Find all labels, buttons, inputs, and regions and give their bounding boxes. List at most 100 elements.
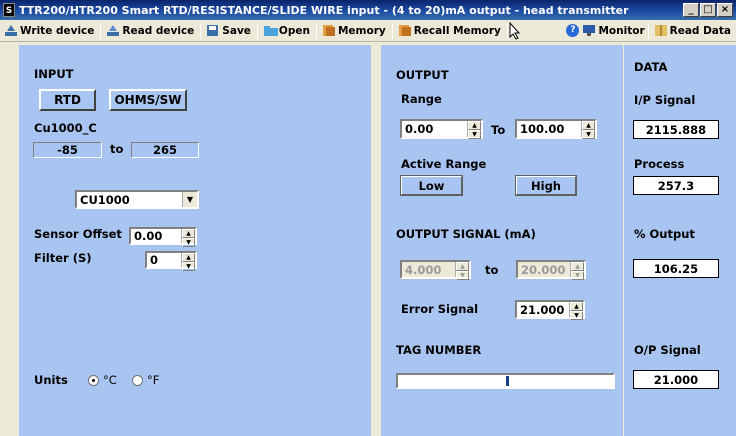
spin-up-icon: ▲	[456, 262, 469, 271]
sensor-type-value: CU1000	[80, 192, 130, 207]
range-high-value: 265	[131, 142, 199, 158]
read-data-label: Read Data	[669, 24, 731, 37]
sensor-offset-value: 0.00	[134, 229, 163, 243]
toolbar-separator	[391, 22, 393, 39]
memory-label: Memory	[337, 24, 386, 37]
tag-number-input[interactable]	[396, 373, 615, 389]
sensor-offset-label: Sensor Offset	[34, 227, 122, 241]
output-panel: OUTPUT Range 0.00 ▲ ▼ To 100.00 ▲ ▼ Active…	[381, 45, 623, 436]
save-button[interactable]: Save	[202, 22, 256, 40]
active-range-high[interactable]: High	[515, 175, 577, 196]
filter-value: 0	[150, 253, 159, 267]
signal-from-spinner: 4.000 ▲ ▼	[400, 260, 471, 280]
spin-up-icon: ▲	[570, 302, 583, 311]
text-cursor	[506, 376, 509, 386]
maximize-button[interactable]: □	[700, 3, 716, 17]
save-icon	[207, 25, 219, 36]
recall-memory-icon	[398, 25, 411, 36]
spin-buttons[interactable]: ▲ ▼	[581, 121, 595, 139]
spin-down-icon: ▼	[570, 311, 583, 320]
output-signal-heading: OUTPUT SIGNAL (mA)	[396, 227, 536, 241]
range-label: Range	[401, 92, 442, 106]
spin-down-icon: ▼	[468, 130, 481, 139]
unit-celsius-label: °C	[103, 373, 117, 387]
chevron-down-icon: ▼	[186, 195, 194, 204]
range-to-spinner[interactable]: 100.00 ▲ ▼	[515, 119, 597, 139]
spin-down-icon: ▼	[571, 271, 584, 280]
sensor-type-select[interactable]: CU1000 ▼	[75, 190, 199, 209]
help-icon: ?	[566, 24, 580, 37]
toolbar: Write device Read device Save Open Memor…	[0, 20, 736, 42]
folder-icon	[263, 25, 278, 36]
radio-selected-icon	[88, 374, 99, 386]
memory-icon	[322, 25, 335, 36]
window-title: TTR200/HTR200 Smart RTD/RESISTANCE/SLIDE…	[19, 3, 629, 17]
process-label: Process	[634, 157, 685, 171]
spin-buttons[interactable]: ▲ ▼	[569, 302, 583, 320]
percent-output-value: 106.25	[633, 259, 719, 278]
radio-unselected-icon	[132, 374, 143, 386]
read-data-button[interactable]: Read Data	[650, 22, 736, 40]
read-device-label: Read device	[122, 24, 195, 37]
unit-fahrenheit-radio[interactable]: °F	[132, 373, 159, 387]
toolbar-separator	[256, 22, 258, 39]
signal-to-label: to	[485, 263, 499, 277]
rtd-button[interactable]: RTD	[39, 89, 96, 111]
active-range-label: Active Range	[401, 157, 487, 171]
active-range-low[interactable]: Low	[400, 175, 463, 196]
read-device-icon	[107, 25, 120, 36]
help-button[interactable]: ?	[564, 22, 581, 40]
open-label: Open	[278, 24, 310, 37]
spin-down-icon: ▼	[456, 271, 469, 280]
write-device-icon	[5, 25, 17, 36]
unit-fahrenheit-label: °F	[147, 373, 160, 387]
title-bar: S TTR200/HTR200 Smart RTD/RESISTANCE/SLI…	[0, 0, 736, 20]
spin-buttons[interactable]: ▲ ▼	[181, 229, 195, 247]
range-from-spinner[interactable]: 0.00 ▲ ▼	[400, 119, 483, 139]
minimize-button[interactable]: _	[683, 3, 699, 17]
output-heading: OUTPUT	[396, 68, 449, 82]
op-signal-value: 21.000	[633, 370, 719, 389]
read-device-button[interactable]: Read device	[102, 22, 199, 40]
signal-to-spinner: 20.000 ▲ ▼	[516, 260, 586, 280]
open-button[interactable]: Open	[259, 22, 315, 40]
spin-buttons[interactable]: ▲ ▼	[467, 121, 481, 139]
filter-spinner[interactable]: 0 ▲ ▼	[145, 251, 197, 271]
percent-output-label: % Output	[634, 227, 695, 241]
spin-up-icon: ▲	[582, 121, 595, 130]
spin-buttons[interactable]: ▲ ▼	[181, 253, 195, 271]
dropdown-button[interactable]: ▼	[182, 192, 197, 207]
ohms-sw-button[interactable]: OHMS/SW	[109, 89, 187, 111]
close-button[interactable]: ×	[717, 3, 733, 17]
process-value: 257.3	[633, 176, 719, 195]
ip-signal-value: 2115.888	[633, 120, 719, 139]
spin-buttons: ▲ ▼	[455, 262, 469, 280]
spin-buttons: ▲ ▼	[570, 262, 584, 280]
signal-to-value: 20.000	[521, 262, 566, 277]
spin-up-icon: ▲	[182, 229, 195, 238]
unit-celsius-radio[interactable]: °C	[88, 373, 117, 387]
filter-label: Filter (S)	[34, 251, 92, 265]
range-low-value: -85	[33, 142, 102, 158]
spin-up-icon: ▲	[182, 253, 195, 262]
spin-down-icon: ▼	[182, 262, 195, 271]
input-heading: INPUT	[34, 67, 74, 81]
data-panel: DATA I/P Signal 2115.888 Process 257.3 %…	[624, 45, 736, 436]
toolbar-separator	[506, 22, 508, 39]
units-label: Units	[34, 373, 68, 387]
save-label: Save	[222, 24, 251, 37]
memory-button[interactable]: Memory	[318, 22, 391, 40]
error-signal-spinner[interactable]: 21.000 ▲ ▼	[515, 300, 585, 320]
range-to-value: 100.00	[520, 122, 565, 136]
recall-memory-button[interactable]: Recall Memory	[394, 22, 506, 40]
sensor-offset-spinner[interactable]: 0.00 ▲ ▼	[129, 227, 197, 247]
book-icon	[654, 25, 667, 36]
monitor-button[interactable]: Monitor	[581, 22, 646, 40]
input-panel: INPUT RTD OHMS/SW Cu1000_C -85 to 265 CU…	[19, 45, 371, 436]
range-to-label: To	[491, 123, 506, 137]
tag-number-label: TAG NUMBER	[396, 343, 482, 357]
range-from-value: 0.00	[405, 122, 434, 136]
error-signal-label: Error Signal	[401, 302, 479, 316]
op-signal-label: O/P Signal	[634, 343, 701, 357]
write-device-button[interactable]: Write device	[0, 22, 99, 40]
